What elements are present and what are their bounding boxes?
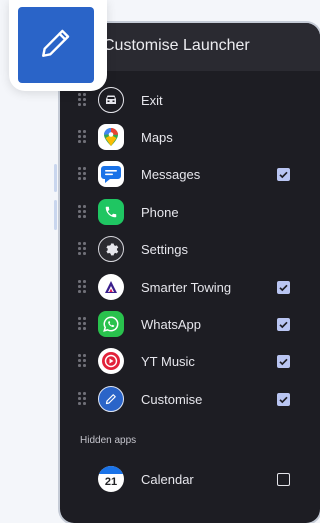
calendar-icon-date: 21 [104,476,118,488]
side-accent-bar [54,164,57,192]
launcher-item-settings[interactable]: Settings [60,231,320,268]
launcher-item-maps[interactable]: Maps [60,119,320,156]
checkbox-calendar[interactable] [277,473,290,486]
pencil-icon [98,386,124,412]
dialog-title: Customise Launcher [103,37,250,54]
launcher-item-messages[interactable]: Messages [60,156,320,193]
launcher-item-label: Smarter Towing [141,280,232,295]
hidden-item-calendar[interactable]: 21 Calendar [60,461,320,498]
checkbox-smarter-towing[interactable] [277,281,290,294]
calendar-icon-header [98,466,124,474]
checkbox-customise[interactable] [277,393,290,406]
launcher-item-label: WhatsApp [141,317,201,332]
hidden-apps-heading: Hidden apps [80,435,137,446]
drag-handle-icon[interactable] [78,167,86,180]
car-icon [98,87,124,113]
phone-icon [98,199,124,225]
message-bubble-icon [98,161,124,187]
launcher-item-whatsapp[interactable]: WhatsApp [60,306,320,343]
launcher-item-yt-music[interactable]: YT Music [60,343,320,380]
checkbox-whatsapp[interactable] [277,318,290,331]
launcher-item-label: Messages [141,167,201,182]
whatsapp-icon [98,311,124,337]
drag-handle-icon[interactable] [78,354,86,367]
drag-handle-icon[interactable] [78,280,86,293]
launcher-item-label: Settings [141,242,188,257]
checkbox-yt-music[interactable] [277,355,290,368]
launcher-item-phone[interactable]: Phone [60,194,320,231]
drag-handle-icon[interactable] [78,93,86,106]
drag-handle-icon[interactable] [78,392,86,405]
launcher-item-smarter-towing[interactable]: Smarter Towing [60,269,320,306]
gear-icon [98,236,124,262]
drag-handle-icon[interactable] [78,317,86,330]
launcher-item-label: Maps [141,130,173,145]
triangle-logo-icon [98,274,124,300]
launcher-item-label: Phone [141,205,179,220]
maps-pin-icon [98,124,124,150]
play-circle-icon [98,348,124,374]
calendar-icon: 21 [98,466,124,492]
hidden-item-label: Calendar [141,472,194,487]
edit-button[interactable] [18,7,94,83]
customise-launcher-dialog: Customise Launcher Exit Maps Messages Ph… [60,23,320,523]
pencil-icon [39,26,73,65]
drag-handle-icon[interactable] [78,130,86,143]
side-accent-bar [54,200,57,230]
launcher-item-label: Exit [141,93,163,108]
launcher-item-label: YT Music [141,354,195,369]
edit-launcher-tile[interactable] [9,0,107,91]
drag-handle-icon[interactable] [78,242,86,255]
launcher-item-customise[interactable]: Customise [60,381,320,418]
checkbox-messages[interactable] [277,168,290,181]
launcher-item-label: Customise [141,392,203,407]
drag-handle-icon[interactable] [78,205,86,218]
